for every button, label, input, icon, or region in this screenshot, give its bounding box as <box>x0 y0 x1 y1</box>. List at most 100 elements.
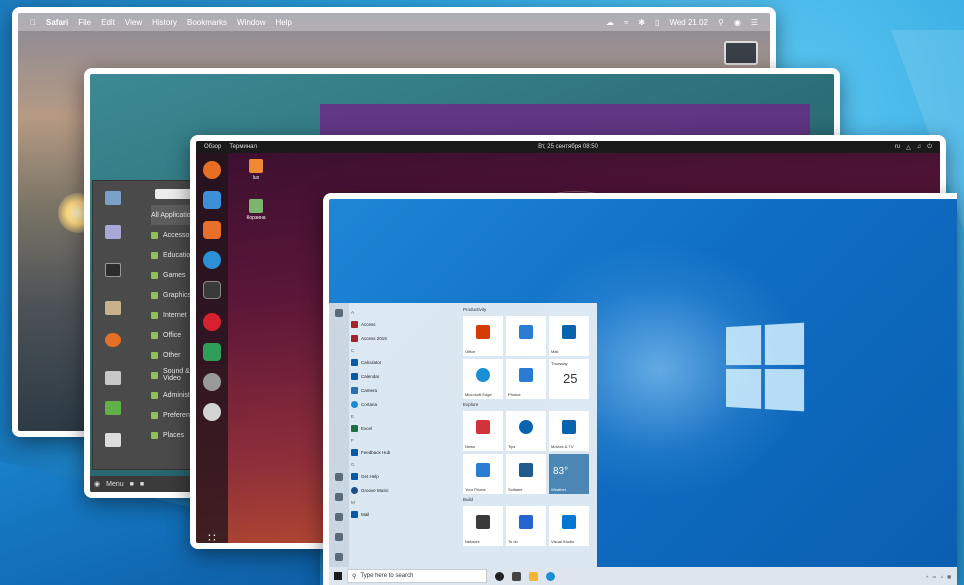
app-list-item[interactable]: Groove Music <box>351 483 461 497</box>
app-list-item[interactable]: Calendar <box>351 369 461 383</box>
tile-photos[interactable]: Photos <box>506 359 546 399</box>
letter-header[interactable]: M <box>351 497 461 507</box>
desktop-icon[interactable]: lux <box>236 159 276 181</box>
taskbar-search[interactable]: ⚲ Type here to search <box>347 569 487 583</box>
opera-icon[interactable] <box>203 313 221 331</box>
show-apps-icon[interactable]: ∷ <box>203 529 221 543</box>
bluetooth-icon[interactable]: ✱ <box>638 18 645 27</box>
tile-office-apps[interactable] <box>506 316 546 356</box>
tile-network[interactable]: Network <box>463 506 503 546</box>
files-launcher-icon[interactable]: ■ <box>130 481 134 488</box>
tile-office[interactable]: Office <box>463 316 503 356</box>
optical-drive-icon[interactable] <box>203 403 221 421</box>
settings-icon[interactable] <box>335 533 343 541</box>
terminal-icon[interactable] <box>105 263 121 277</box>
app-list-item[interactable]: Mail <box>351 507 461 521</box>
tile-edge[interactable]: Microsoft Edge <box>463 359 503 399</box>
start-menu: A Access Access 2019 C Calculator Calend… <box>329 303 597 573</box>
files-icon[interactable] <box>105 301 121 315</box>
app-menu[interactable]: Терминал <box>229 144 257 150</box>
notification-center-icon[interactable]: ☰ <box>751 18 758 27</box>
letter-header[interactable]: A <box>351 307 461 317</box>
apple-icon[interactable]:  <box>30 18 36 27</box>
tile-mail[interactable]: Mail <box>549 316 589 356</box>
pictures-icon[interactable] <box>335 513 343 521</box>
volume-tray-icon[interactable]: ♫ <box>940 574 943 579</box>
wifi-icon[interactable]: ≈ <box>624 18 628 27</box>
siri-icon[interactable]: ◉ <box>734 18 741 27</box>
documents-icon[interactable] <box>335 493 343 501</box>
tile-calendar[interactable]: Thursday 25 <box>549 359 589 399</box>
hamburger-icon[interactable] <box>335 309 343 317</box>
app-list-item[interactable]: Excel <box>351 421 461 435</box>
menu-clock[interactable]: Wed 21.02 <box>669 18 708 27</box>
tile-weather[interactable]: 83° Weather <box>549 454 589 494</box>
photo-widget[interactable] <box>724 41 758 65</box>
disk-icon[interactable] <box>203 373 221 391</box>
power-icon[interactable] <box>335 553 343 561</box>
battery-icon[interactable]: ▯ <box>655 18 659 27</box>
app-list-item[interactable]: Get Help <box>351 469 461 483</box>
menu-item-window[interactable]: Window <box>237 18 265 27</box>
thunderbird-icon[interactable] <box>203 191 221 209</box>
menu-item-edit[interactable]: Edit <box>101 18 115 27</box>
tools-icon[interactable] <box>105 191 121 205</box>
tile-movies[interactable]: Movies & TV <box>549 411 589 451</box>
terminal-launcher-icon[interactable]: ■ <box>140 481 144 488</box>
start-button[interactable] <box>329 567 347 585</box>
app-list-item[interactable]: Calculator <box>351 355 461 369</box>
menu-item-view[interactable]: View <box>125 18 142 27</box>
settings-icon[interactable] <box>105 225 121 239</box>
category-icon <box>151 271 158 279</box>
task-view-icon[interactable] <box>512 571 521 581</box>
firefox-icon[interactable] <box>105 333 121 347</box>
app-list-item[interactable]: Cortana <box>351 397 461 411</box>
notifications-icon[interactable]: ▩ <box>947 574 951 579</box>
app-list-item[interactable]: Access 2019 <box>351 331 461 345</box>
network-tray-icon[interactable]: ▭ <box>932 574 936 579</box>
menu-item-help[interactable]: Help <box>275 18 291 27</box>
power-icon[interactable]: ⏻ <box>927 144 932 151</box>
menu-item-bookmarks[interactable]: Bookmarks <box>187 18 227 27</box>
tile-solitaire[interactable]: Solitaire <box>506 454 546 494</box>
input-language[interactable]: ru <box>895 144 900 151</box>
terminal-icon[interactable] <box>203 281 221 299</box>
tile-your-phone[interactable]: Your Phone <box>463 454 503 494</box>
screen-icon[interactable] <box>105 371 121 385</box>
menu-item-file[interactable]: File <box>78 18 91 27</box>
sheets-icon[interactable] <box>203 343 221 361</box>
mint-logo-icon[interactable]: ◉ <box>94 480 100 488</box>
letter-header[interactable]: E <box>351 411 461 421</box>
file-explorer-icon[interactable] <box>529 571 538 581</box>
top-bar-clock[interactable]: Вт, 25 сентября 08:50 <box>538 144 598 150</box>
volume-icon[interactable]: ♫ <box>917 144 922 151</box>
cloud-icon[interactable]: ☁ <box>606 18 614 27</box>
user-icon[interactable] <box>335 473 343 481</box>
activities-button[interactable]: Обзор <box>204 144 221 150</box>
menu-item-history[interactable]: History <box>152 18 177 27</box>
spotlight-icon[interactable]: ⚲ <box>718 18 724 27</box>
app-list-item[interactable]: Access <box>351 317 461 331</box>
desktop-icon[interactable]: Корзина <box>236 199 276 221</box>
software-center-icon[interactable] <box>203 221 221 239</box>
tile-visual-studio[interactable]: Visual Studio <box>549 506 589 546</box>
logout-icon[interactable] <box>105 401 121 415</box>
app-list-item[interactable]: Feedback Hub <box>351 445 461 459</box>
firefox-icon[interactable] <box>203 161 221 179</box>
letter-header[interactable]: F <box>351 435 461 445</box>
network-icon[interactable]: △ <box>906 144 911 151</box>
tile-tips[interactable]: Tips <box>506 411 546 451</box>
edge-icon[interactable] <box>546 571 555 581</box>
tile-todo[interactable]: To do <box>506 506 546 546</box>
lock-icon[interactable] <box>105 433 121 447</box>
tile-news[interactable]: News <box>463 411 503 451</box>
letter-header[interactable]: C <box>351 345 461 355</box>
help-icon[interactable] <box>203 251 221 269</box>
cortana-icon[interactable] <box>495 571 504 581</box>
desktop-icon-label: Корзина <box>246 215 266 221</box>
letter-header[interactable]: G <box>351 459 461 469</box>
menu-button[interactable]: Menu <box>106 481 124 488</box>
app-list-item[interactable]: Camera <box>351 383 461 397</box>
chevron-up-icon[interactable]: ˄ <box>926 574 928 579</box>
menu-item-app[interactable]: Safari <box>46 18 68 27</box>
